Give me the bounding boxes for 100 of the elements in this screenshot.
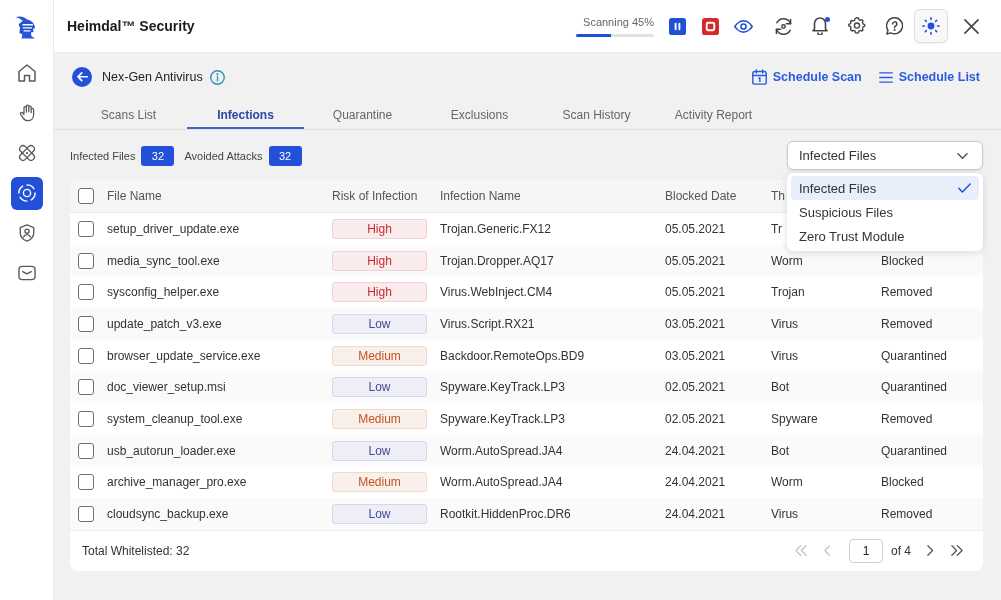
table-cell: Virus.Script.RX21 xyxy=(440,316,535,331)
stop-icon xyxy=(701,17,719,35)
checkbox[interactable] xyxy=(78,506,94,523)
risk-tag: Low xyxy=(332,504,427,525)
close-icon xyxy=(963,18,979,34)
double-chevron-left-icon xyxy=(795,545,807,557)
checkbox[interactable] xyxy=(78,220,94,237)
tab[interactable]: Exclusions xyxy=(421,101,538,129)
double-chevron-right-icon xyxy=(951,545,963,557)
table-cell: archive_manager_pro.exe xyxy=(107,475,247,490)
table-cell: Spyware xyxy=(771,411,818,426)
chevron-down-icon xyxy=(957,152,968,159)
table-cell: 05.05.2021 xyxy=(665,253,726,268)
table-cell: Backdoor.RemoteOps.BD9 xyxy=(440,348,585,363)
table-cell: Worm.AutoSpread.JA4 xyxy=(440,475,563,490)
menu-option[interactable]: Zero Trust Module xyxy=(791,224,979,248)
risk-tag: Medium xyxy=(332,472,427,493)
table-cell: Worm.AutoSpread.JA4 xyxy=(440,443,563,458)
chevron-right-icon xyxy=(926,545,934,557)
filter-dropdown[interactable]: Infected Files xyxy=(787,141,983,170)
nav-item[interactable] xyxy=(10,176,43,210)
total-text: Total Whitelisted: 32 xyxy=(82,543,190,558)
risk-tag: High xyxy=(332,282,427,303)
table-cell: Blocked xyxy=(881,475,924,490)
sun-icon xyxy=(922,17,940,35)
list-icon xyxy=(878,71,893,83)
scan-status-text: Scanning 45% xyxy=(583,15,654,29)
table-cell: cloudsync_backup.exe xyxy=(107,507,229,522)
table-cell: 24.04.2021 xyxy=(665,507,726,522)
count-badge: 32 xyxy=(268,145,302,166)
menu-option[interactable]: Infected Files xyxy=(791,176,979,200)
eye-icon xyxy=(733,19,753,33)
table-cell: Worm xyxy=(771,475,803,490)
checkbox[interactable] xyxy=(78,442,94,459)
page-field[interactable]: 1 xyxy=(849,538,883,563)
checkbox[interactable] xyxy=(78,347,94,364)
table-cell: setup_driver_update.exe xyxy=(107,221,240,236)
checkbox[interactable] xyxy=(78,410,94,427)
checkbox[interactable] xyxy=(78,188,94,204)
table-cell: update_patch_v3.exe xyxy=(107,316,222,331)
table-cell: Blocked xyxy=(881,253,924,268)
back-button[interactable] xyxy=(72,67,92,87)
table-cell: Virus xyxy=(771,316,799,331)
table-cell: Virus.WebInject.CM4 xyxy=(440,285,553,300)
table-cell: Spyware.KeyTrack.LP3 xyxy=(440,380,565,395)
tab[interactable]: Activity Report xyxy=(655,101,772,129)
action-link[interactable]: Schedule Scan xyxy=(751,69,862,85)
table-cell: doc_viewer_setup.msi xyxy=(107,380,226,395)
page-count-text: of 4 xyxy=(891,543,911,558)
app-title: Heimdal™ Security xyxy=(67,18,195,34)
table-cell: Rootkit.HiddenProc.DR6 xyxy=(440,507,571,522)
table-cell: 05.05.2021 xyxy=(665,221,726,236)
table-cell: 24.04.2021 xyxy=(665,443,726,458)
table-cell: 05.05.2021 xyxy=(665,285,726,300)
table-cell: Removed xyxy=(881,285,933,300)
risk-tag: Low xyxy=(332,377,427,398)
theme-button[interactable] xyxy=(914,9,948,43)
risk-tag: Low xyxy=(332,313,427,334)
tab[interactable]: Scan History xyxy=(538,101,655,129)
tab[interactable]: Scans List xyxy=(70,101,187,129)
table-cell: 03.05.2021 xyxy=(665,316,726,331)
action-link[interactable]: Schedule List xyxy=(878,69,980,85)
menu-option[interactable]: Suspicious Files xyxy=(791,200,979,224)
stat-label: Avoided Attacks xyxy=(184,149,263,162)
table-cell: Virus xyxy=(771,507,799,522)
table-cell: Trojan xyxy=(771,285,805,300)
table-cell: 02.05.2021 xyxy=(665,380,726,395)
risk-tag: Medium xyxy=(332,408,427,429)
table-cell: Removed xyxy=(881,411,933,426)
tab[interactable]: Quarantine xyxy=(304,101,421,129)
tab[interactable]: Infections xyxy=(187,101,304,129)
table-cell: Bot xyxy=(771,443,789,458)
column-header: Infection Name xyxy=(440,189,521,203)
risk-tag: Low xyxy=(332,440,427,461)
help-icon xyxy=(885,17,903,35)
page-title: Nex-Gen Antivirus xyxy=(102,70,203,84)
shield-person-icon xyxy=(17,224,36,242)
table-cell: browser_update_service.exe xyxy=(107,348,261,363)
table-cell: Quarantined xyxy=(881,380,948,395)
checkbox[interactable] xyxy=(78,474,94,491)
checkbox[interactable] xyxy=(78,252,94,269)
checkbox[interactable] xyxy=(78,379,94,396)
risk-tag: High xyxy=(332,218,427,239)
settings-icon xyxy=(848,17,866,35)
column-header: Risk of Infection xyxy=(332,189,418,203)
column-header: Th xyxy=(771,189,785,203)
bell-icon xyxy=(812,17,828,35)
table-cell: 24.04.2021 xyxy=(665,475,726,490)
column-header: Blocked Date xyxy=(665,189,737,203)
info-icon xyxy=(209,69,225,85)
table-cell: Tr xyxy=(771,221,782,236)
pause-icon xyxy=(668,17,686,35)
risk-tag: High xyxy=(332,250,427,271)
count-badge: 32 xyxy=(141,145,175,166)
checkbox[interactable] xyxy=(78,315,94,332)
table-cell: media_sync_tool.exe xyxy=(107,253,220,268)
table-cell: Quarantined xyxy=(881,348,948,363)
table-cell: Virus xyxy=(771,348,799,363)
checkbox[interactable] xyxy=(78,284,94,301)
envelope-icon xyxy=(17,264,36,282)
